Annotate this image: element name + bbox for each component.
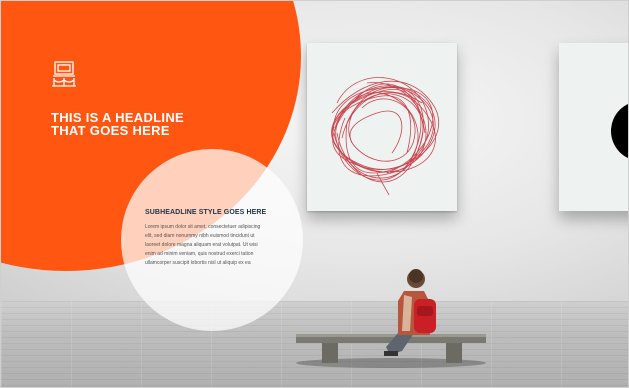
body-line-4: enim ad minim veniam, quis nostrud exerc… [145,251,254,257]
headline-line-2: THAT GOES HERE [51,123,170,138]
body-line-1: Lorem ipsum dolor sit amet, consectetuer… [145,224,261,230]
body-text: Lorem ipsum dolor sit amet, consectetuer… [145,223,283,268]
scribble-drawing [331,77,439,196]
body-line-3: laoreet dolore magna aliquam erat volutp… [145,242,258,248]
body-line-2: elit, sed diam nonummy nibh euismod tinc… [145,233,255,239]
subheadline: SUBHEADLINE STYLE GOES HERE [145,209,267,216]
artwork-black-circle [559,43,628,211]
body-line-5: ullamcorper suscipit lobortis nisl ut al… [145,260,251,266]
artwork-scribble [307,43,457,211]
visitor-on-bench [286,251,496,371]
museum-exhibit-icon [52,61,76,87]
slide: THIS IS A HEADLINE THAT GOES HERE SUBHEA… [0,0,629,388]
headline: THIS IS A HEADLINE THAT GOES HERE [51,111,251,137]
black-circle-shape [611,101,628,161]
